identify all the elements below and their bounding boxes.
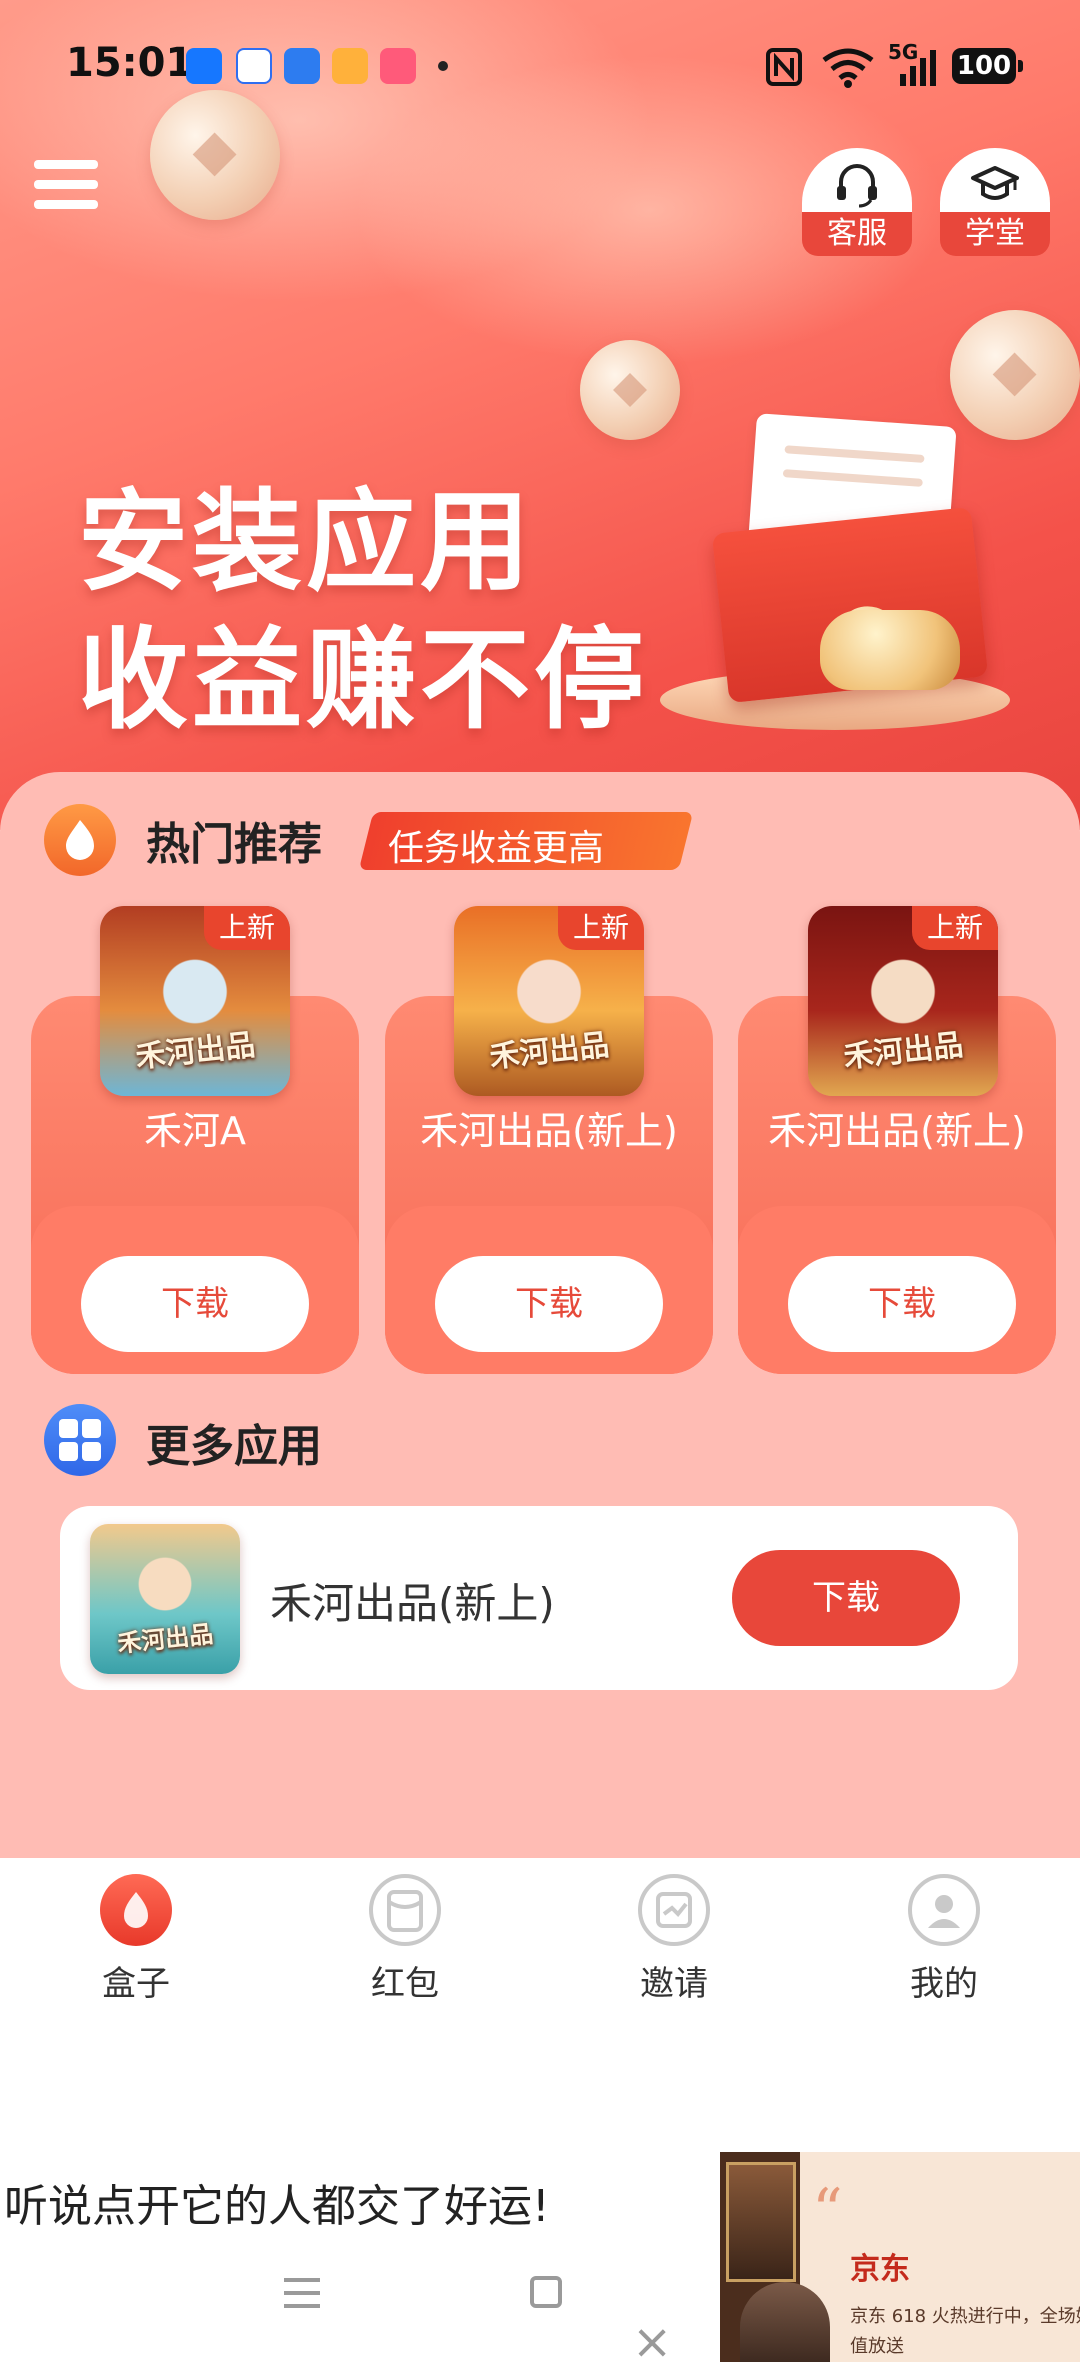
gold-ingot (820, 610, 960, 690)
nav-menu-button[interactable] (284, 2276, 320, 2310)
apps-grid-icon (44, 1404, 116, 1476)
app-name: 禾河出品(新上) (768, 1109, 1026, 1153)
app-thumbnail[interactable]: 禾河出品 上新 (808, 906, 998, 1096)
download-button[interactable]: 下载 (788, 1256, 1016, 1352)
grid-cell (82, 1442, 101, 1461)
app-thumbnail[interactable]: 禾河出品 (90, 1524, 240, 1674)
hero-title-line2: 收益赚不停 (78, 616, 648, 744)
ad-painting-image (726, 2162, 796, 2282)
ad-text: 值放送 (850, 2336, 904, 2357)
thumbnail-text: 禾河出品 (133, 1027, 257, 1076)
close-icon[interactable]: × (632, 2318, 672, 2366)
hero-title-line1: 安装应用 (78, 478, 534, 606)
app-name: 禾河出品(新上) (420, 1109, 678, 1153)
menu-icon-line (34, 200, 98, 209)
chat-app-icon (332, 48, 368, 84)
signal-icon (900, 50, 936, 86)
tab-invite[interactable]: 邀请 (584, 1874, 764, 2014)
customer-service-button[interactable]: 客服 (802, 148, 912, 258)
grid-cell (59, 1419, 78, 1438)
menu-button[interactable] (34, 158, 98, 214)
ad-person-image (740, 2282, 830, 2362)
status-bar: 15:01 5G 100 (0, 0, 1080, 130)
download-button[interactable]: 下载 (732, 1550, 960, 1646)
app-thumbnail[interactable]: 禾河出品 上新 (100, 906, 290, 1096)
app-thumbnail[interactable]: 禾河出品 上新 (454, 906, 644, 1096)
graduation-cap-icon (971, 166, 1019, 200)
tab-red-packet[interactable]: 红包 (315, 1874, 495, 2014)
tab-box[interactable]: 盒子 (46, 1874, 226, 2014)
pinwheel-icon (284, 48, 320, 84)
app-name: 禾河出品(新上) (270, 1579, 555, 1628)
tab-label: 红包 (371, 1964, 439, 2004)
battery-indicator: 100 (952, 48, 1023, 84)
flame-icon (44, 804, 116, 876)
menu-icon-line (34, 180, 98, 189)
more-apps-title: 更多应用 (146, 1421, 322, 1472)
more-notifications-dot (438, 61, 448, 71)
message-icon (236, 48, 272, 84)
thumbnail-text: 禾河出品 (487, 1027, 611, 1076)
badge-text: 任务收益更高 (388, 828, 605, 869)
paper-line (782, 469, 923, 487)
profile-icon (908, 1874, 980, 1946)
new-tag: 上新 (558, 906, 644, 950)
tab-label: 邀请 (640, 1964, 708, 2004)
new-tag: 上新 (912, 906, 998, 950)
download-button[interactable]: 下载 (435, 1256, 663, 1352)
tab-label: 我的 (910, 1964, 978, 2004)
nav-menu-icon (284, 2278, 320, 2282)
thumbnail-text: 禾河出品 (841, 1027, 965, 1076)
grid-cell (82, 1419, 101, 1438)
academy-button[interactable]: 学堂 (940, 148, 1050, 258)
paper-line (784, 445, 925, 463)
tab-label: 盒子 (102, 1964, 170, 2004)
tab-profile[interactable]: 我的 (854, 1874, 1034, 2014)
customer-service-label: 客服 (802, 212, 912, 256)
video-app-icon (380, 48, 416, 84)
red-packet-icon (369, 1874, 441, 1946)
ad-brand: 京东 (850, 2252, 910, 2287)
ad-text: 京东 618 火热进行中，全场好物 (850, 2306, 1080, 2327)
thumbnail-text: 禾河出品 (116, 1620, 215, 1658)
grid-cell (59, 1442, 78, 1461)
invite-icon (638, 1874, 710, 1946)
lucky-banner-text[interactable]: 听说点开它的人都交了好运! (4, 2170, 550, 2234)
nfc-icon (766, 48, 802, 86)
academy-label: 学堂 (940, 212, 1050, 256)
new-tag: 上新 (204, 906, 290, 950)
red-envelope-illustration: ¥ (660, 410, 1020, 740)
higher-reward-badge: 任务收益更高 (358, 812, 696, 870)
download-button[interactable]: 下载 (81, 1256, 309, 1352)
alipay-icon (186, 48, 222, 84)
nav-menu-icon-line (284, 2291, 320, 2295)
box-flame-icon (100, 1874, 172, 1946)
app-name: 禾河A (144, 1109, 246, 1153)
hot-section-title: 热门推荐 (146, 819, 322, 870)
nav-home-button[interactable] (530, 2276, 562, 2308)
jd-ad-banner[interactable]: “ 京东 京东 618 火热进行中，全场好物 值放送 (720, 2152, 1080, 2362)
status-time: 15:01 (66, 40, 194, 86)
menu-icon (34, 160, 98, 169)
wifi-icon (822, 48, 874, 88)
quote-icon: “ (812, 2176, 843, 2246)
headset-icon (837, 164, 877, 208)
nav-menu-icon-line (284, 2304, 320, 2308)
